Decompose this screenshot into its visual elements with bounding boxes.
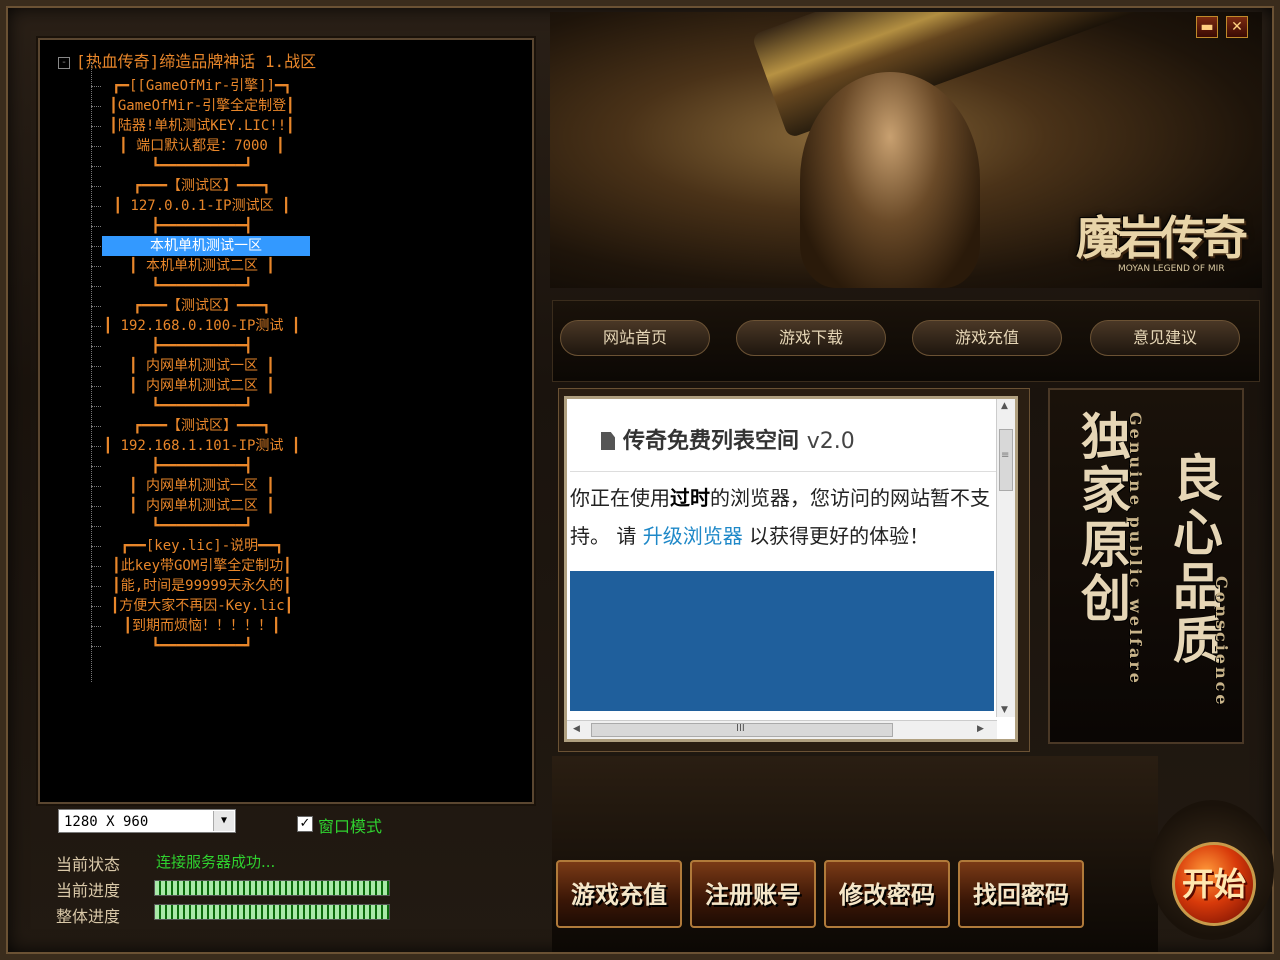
register-button[interactable]: 注册账号 — [690, 860, 816, 928]
game-logo: 魔岩传奇 — [1076, 211, 1248, 265]
slogan-quality-en: Conscience — [1212, 576, 1231, 708]
recharge-button[interactable]: 游戏充值 — [556, 860, 682, 928]
tree-item[interactable]: ┃方便大家不再因-Key.lic┃ — [91, 596, 302, 616]
browser-page-title: 传奇免费列表空间 v2.0 — [601, 423, 855, 455]
tree-item[interactable]: ┃ 内网单机测试一区 ┃ — [91, 356, 302, 376]
current-progress-bar — [154, 880, 390, 896]
document-icon — [601, 432, 615, 450]
tree-item[interactable]: ┏━━[key.lic]-说明━━┓ — [91, 536, 302, 556]
tree-item[interactable]: ┗━━━━━━━━━━┛ — [91, 276, 302, 296]
content-block — [570, 571, 994, 711]
tree-root[interactable]: - [热血传奇]缔造品牌神话 1.战区 — [58, 48, 316, 72]
scroll-down-icon[interactable]: ▼ — [1001, 705, 1008, 715]
tree-item[interactable]: ┃ 端口默认都是：7000 ┃ — [91, 136, 302, 156]
slogan-panel: 独家原创 Genuine public welfare 良心品质 Conscie… — [1048, 388, 1244, 744]
tree-item[interactable]: ┃能,时间是99999天永久的┃ — [91, 576, 302, 596]
tree-item[interactable]: ┗━━━━━━━━━━┛ — [91, 396, 302, 416]
horizontal-scrollbar[interactable]: ◀ III ▶ — [567, 720, 997, 739]
minimize-button[interactable]: ▬ — [1196, 16, 1218, 38]
tree-item[interactable]: ┃ 127.0.0.1-IP测试区 ┃ — [91, 196, 302, 216]
tree-item-selected[interactable]: 本机单机测试一区 — [91, 236, 310, 256]
nav-download[interactable]: 游戏下载 — [736, 320, 886, 356]
logo-subtitle: MOYAN LEGEND OF MIR — [1118, 264, 1225, 274]
tree-item[interactable]: ┣━━━━━━━━━━┫ — [91, 456, 302, 476]
chevron-down-icon[interactable]: ▼ — [213, 811, 234, 831]
tree-item[interactable]: ┃ 192.168.1.101-IP测试 ┃ — [91, 436, 302, 456]
upgrade-browser-link[interactable]: 升级浏览器 — [643, 524, 743, 548]
start-button[interactable]: 开始 — [1172, 842, 1256, 926]
tree-item[interactable]: ┃ 内网单机测试二区 ┃ — [91, 496, 302, 516]
tree-item[interactable]: ┗━━━━━━━━━━┛ — [91, 516, 302, 536]
nav-home[interactable]: 网站首页 — [560, 320, 710, 356]
current-progress-label: 当前进度 — [56, 881, 121, 900]
horizontal-scroll-thumb[interactable]: III — [591, 723, 893, 737]
tree-item[interactable]: ┃ 本机单机测试二区 ┃ — [91, 256, 302, 276]
tree-item[interactable]: ┏━━━【测试区】━━━┓ — [91, 296, 302, 316]
tree-item[interactable]: ┗━━━━━━━━━━┛ — [91, 636, 302, 656]
vertical-scrollbar[interactable]: ▲ ≡ ▼ — [996, 399, 1015, 717]
resolution-value: 1280 X 960 — [64, 814, 149, 830]
vertical-scroll-thumb[interactable]: ≡ — [999, 429, 1013, 491]
tree-item[interactable]: ┃ 内网单机测试一区 ┃ — [91, 476, 302, 496]
change-password-button[interactable]: 修改密码 — [824, 860, 950, 928]
total-progress-label: 整体进度 — [56, 907, 121, 926]
tree-item[interactable]: ┗━━━━━━━━━━┛ — [91, 156, 302, 176]
tree-item[interactable]: ┃此key带GOM引擎全定制功┃ — [91, 556, 302, 576]
tree-item[interactable]: ┃ 内网单机测试二区 ┃ — [91, 376, 302, 396]
banner-image: 魔岩传奇 MOYAN LEGEND OF MIR — [550, 12, 1262, 288]
window-mode-label[interactable]: 窗口模式 — [318, 813, 382, 837]
tree-item[interactable]: ┏━[[GameOfMir-引擎]]━┓ — [91, 76, 302, 96]
total-progress-bar — [154, 904, 390, 920]
scroll-up-icon[interactable]: ▲ — [1001, 401, 1008, 411]
nav-recharge[interactable]: 游戏充值 — [912, 320, 1062, 356]
divider — [570, 471, 1000, 472]
embedded-browser[interactable]: 传奇免费列表空间 v2.0 你正在使用过时的浏览器，您访问的网站暂不支持。 请 … — [564, 396, 1018, 742]
scroll-right-icon[interactable]: ▶ — [977, 724, 984, 734]
tree-item[interactable]: ┏━━━【测试区】━━━┓ — [91, 416, 302, 436]
scroll-left-icon[interactable]: ◀ — [573, 724, 580, 734]
server-tree[interactable]: - [热血传奇]缔造品牌神话 1.战区 ┏━[[GameOfMir-引擎]]━┓ ┃… — [38, 38, 534, 804]
hero-art — [800, 72, 980, 288]
slogan-original-en: Genuine public welfare — [1126, 412, 1145, 686]
nav-feedback[interactable]: 意见建议 — [1090, 320, 1240, 356]
status-label: 当前状态 — [56, 855, 121, 874]
version-label: v2.0 — [806, 429, 855, 454]
tree-item[interactable]: ┣━━━━━━━━━━┫ — [91, 216, 302, 236]
tree-root-label: [热血传奇]缔造品牌神话 1.战区 — [76, 52, 317, 71]
tree-item[interactable]: ┣━━━━━━━━━━┫ — [91, 336, 302, 356]
tree-item[interactable]: ┃陆器!单机测试KEY.LIC!!┃ — [91, 116, 302, 136]
resolution-select[interactable]: 1280 X 960 ▼ — [58, 809, 236, 833]
window-mode-checkbox[interactable]: ✓ — [297, 816, 313, 832]
recover-password-button[interactable]: 找回密码 — [958, 860, 1084, 928]
tree-item[interactable]: ┃GameOfMir-引擎全定制登┃ — [91, 96, 302, 116]
tree-item[interactable]: ┃ 192.168.0.100-IP测试 ┃ — [91, 316, 302, 336]
status-value: 连接服务器成功... — [156, 853, 276, 871]
tree-item[interactable]: ┃到期而烦恼！！！！！┃ — [91, 616, 302, 636]
close-button[interactable]: ✕ — [1226, 16, 1248, 38]
tree-guide-line — [91, 62, 93, 682]
tree-item[interactable]: ┏━━━【测试区】━━━┓ — [91, 176, 302, 196]
collapse-icon[interactable]: - — [58, 56, 70, 69]
outdated-browser-message: 你正在使用过时的浏览器，您访问的网站暂不支持。 请 升级浏览器 以获得更好的体验… — [570, 486, 990, 548]
